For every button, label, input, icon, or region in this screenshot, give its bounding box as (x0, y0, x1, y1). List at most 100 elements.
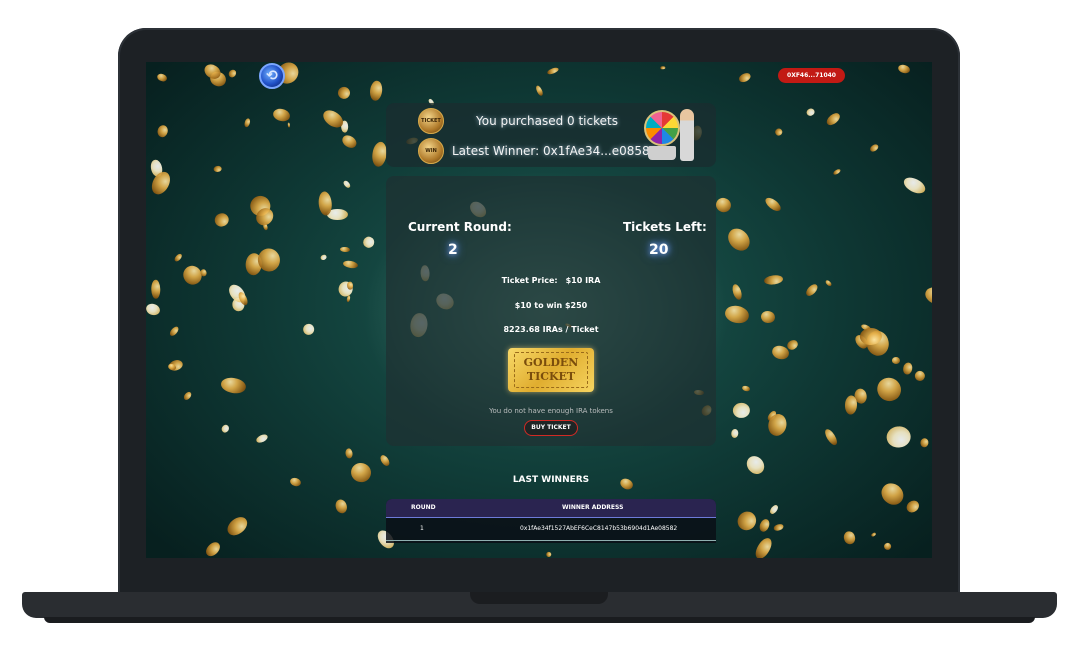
coin-decoration (182, 390, 193, 402)
coin-decoration (173, 252, 183, 263)
wallet-address-button[interactable]: 0XF46...71040 (778, 68, 845, 83)
coin-decoration (773, 127, 784, 137)
winners-table: ROUND WINNER ADDRESS 1 0x1fAe34f1527AbEF… (386, 499, 716, 543)
coin-decoration (378, 453, 391, 468)
ticket-price-value: $10 IRA (565, 276, 601, 285)
coin-decoration (763, 273, 784, 286)
coin-decoration (741, 384, 751, 393)
column-header-round: ROUND (411, 504, 436, 511)
coin-decoration (151, 280, 161, 300)
coin-decoration (660, 65, 666, 70)
coin-decoration (773, 522, 785, 532)
current-round-value: 2 (448, 242, 458, 258)
coin-decoration (904, 498, 922, 516)
golden-ticket-text: GOLDEN TICKET (514, 352, 588, 388)
prize-text: $10 to win $250 (514, 301, 588, 310)
wheel-stand (648, 146, 676, 160)
coin-decoration (348, 460, 374, 485)
golden-ticket-image: GOLDEN TICKET (508, 348, 594, 392)
insufficient-tokens-warning: You do not have enough IRA tokens (489, 407, 613, 415)
coin-decoration (342, 260, 359, 270)
latest-winner-text: Latest Winner: 0x1fAe34...e08582 (452, 144, 658, 158)
purchased-tickets-text: You purchased 0 tickets (476, 114, 618, 128)
coin-decoration (842, 530, 857, 546)
swirl-logo-icon[interactable]: ⟲ (259, 63, 285, 89)
laptop-notch (470, 592, 608, 604)
coin-decoration (289, 477, 302, 488)
golden-ticket-badge-icon: TICKET (418, 108, 444, 134)
golden-ticket-line1: GOLDEN (523, 356, 579, 369)
coin-decoration (752, 535, 775, 558)
coin-decoration (157, 124, 170, 139)
coin-decoration (843, 395, 858, 416)
coin-decoration (224, 513, 252, 540)
coin-decoration (868, 143, 880, 154)
table-header: ROUND WINNER ADDRESS (386, 499, 716, 518)
coin-decoration (168, 325, 180, 338)
coin-decoration (804, 281, 820, 298)
ticket-price-row: Ticket Price: $10 IRA (386, 276, 716, 285)
coin-decoration (545, 551, 553, 558)
coin-decoration (713, 195, 733, 214)
winner-badge-icon: WIN (418, 138, 444, 164)
coin-decoration (872, 373, 906, 407)
coin-decoration (340, 132, 359, 150)
coin-decoration (361, 235, 376, 250)
coin-decoration (733, 507, 760, 534)
coin-decoration (902, 361, 914, 376)
coin-decoration (243, 118, 252, 128)
coin-decoration (368, 80, 384, 102)
table-row: 1 0x1fAe34f1527AbEF6CeC8147b53b6904d1Ae0… (386, 518, 716, 541)
coin-decoration (762, 195, 783, 215)
coin-decoration (723, 303, 751, 325)
coin-decoration (320, 254, 328, 262)
coin-decoration (203, 540, 223, 558)
coin-decoration (743, 452, 768, 478)
coin-decoration (226, 67, 238, 80)
coin-decoration (901, 174, 929, 197)
coin-decoration (919, 437, 929, 449)
coin-decoration (870, 532, 877, 538)
coin-decoration (335, 84, 352, 102)
coin-decoration (730, 283, 744, 302)
coin-decoration (339, 246, 350, 253)
row-round: 1 (420, 525, 424, 532)
coin-decoration (825, 111, 843, 128)
row-winner-address: 0x1fAe34f1527AbEF6CeC8147b53b6904d1Ae085… (520, 525, 678, 532)
coin-decoration (344, 447, 353, 459)
coin-decoration (738, 72, 752, 84)
coin-decoration (896, 63, 911, 76)
buy-ticket-button[interactable]: BUY TICKET (524, 420, 578, 436)
coin-decoration (733, 402, 751, 418)
coin-decoration (254, 432, 269, 445)
token-rate-text: 8223.68 IRAs / Ticket (503, 325, 599, 334)
coin-decoration (760, 310, 776, 324)
current-round-label: Current Round: (408, 220, 512, 234)
tickets-left-value: 20 (649, 242, 669, 258)
coin-decoration (534, 84, 545, 97)
coin-decoration (805, 107, 816, 117)
coin-decoration (758, 517, 772, 533)
coin-decoration (882, 541, 893, 552)
coin-decoration (156, 72, 168, 83)
tickets-left-label: Tickets Left: (623, 220, 707, 234)
coin-decoration (219, 423, 231, 435)
laptop-mockup: ⟲ 0XF46...71040 TICKET WIN You purchased… (0, 0, 1080, 667)
golden-ticket-line2: TICKET (526, 370, 576, 383)
coin-decoration (342, 179, 352, 190)
last-winners-title: LAST WINNERS (512, 475, 590, 485)
coin-decoration (822, 427, 840, 447)
coin-decoration (333, 497, 349, 515)
coin-decoration (271, 107, 291, 124)
coin-decoration (877, 478, 908, 509)
coin-decoration (220, 375, 247, 395)
fortune-wheel-icon (644, 110, 680, 146)
wheel-host-figure (680, 109, 694, 161)
coin-decoration (146, 301, 162, 317)
coin-decoration (199, 268, 208, 278)
lottery-panel: Current Round: 2 Tickets Left: 20 Ticket… (386, 176, 716, 446)
coin-decoration (769, 503, 780, 516)
coin-decoration (922, 284, 932, 308)
laptop-base-shadow (44, 617, 1035, 623)
coin-decoration (286, 122, 290, 128)
